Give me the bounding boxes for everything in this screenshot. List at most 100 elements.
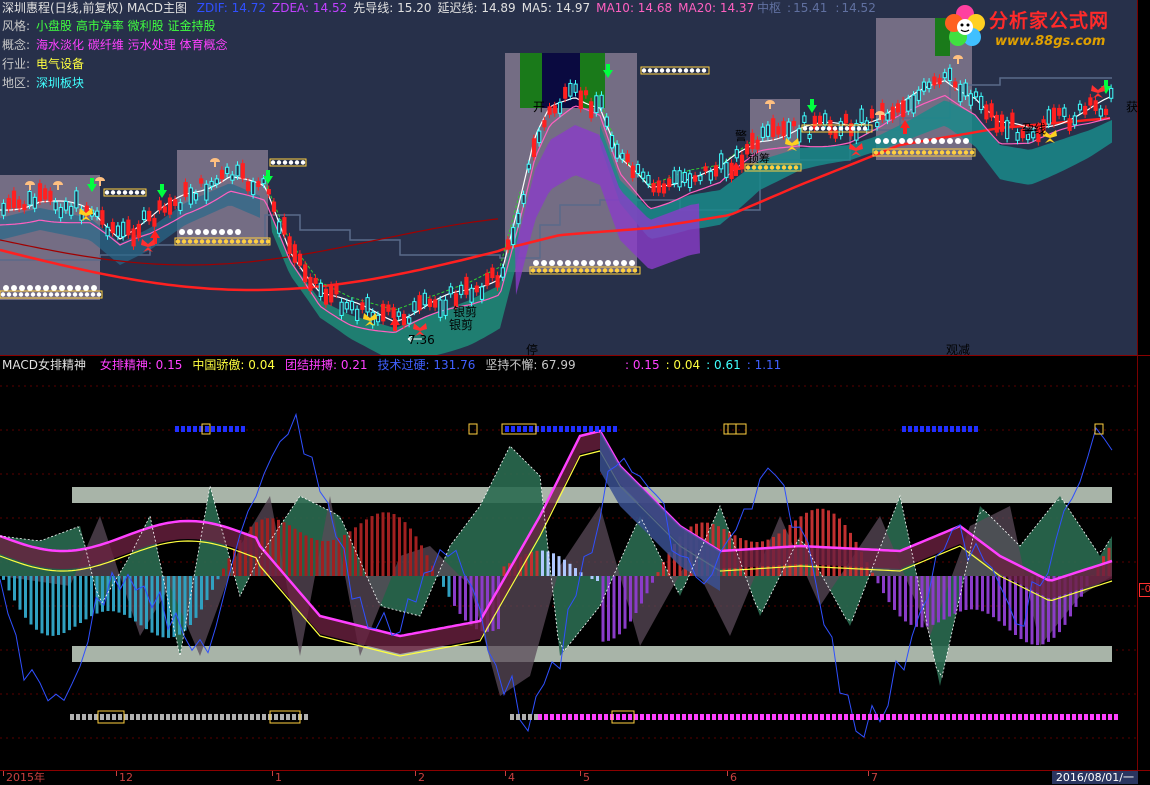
marker-strip-dot [531,268,535,272]
time-axis-label: 12 [119,771,133,785]
candle-body [382,304,385,321]
candle-body [236,165,239,176]
bottom-marker [712,714,716,720]
bottom-marker [736,714,740,720]
signal-marker [902,426,906,432]
bottom-marker [142,714,146,720]
oscillator-value-4: 坚持不懈: 67.99 [485,358,575,372]
signal-marker [962,426,966,432]
stock-info-key: 风格: [2,19,30,33]
tech-line-blue [0,415,1112,738]
white-dot [907,138,913,144]
histogram-bar [877,576,880,583]
marker-strip-dot [621,268,625,272]
bottom-marker [640,714,644,720]
bottom-marker [1042,714,1046,720]
candle-body [309,277,312,290]
bottom-marker [688,714,692,720]
candle-body [740,155,743,169]
candle-body [54,202,57,210]
candle-body [652,183,655,191]
candle-body [1058,108,1061,115]
histogram-bar [217,576,220,579]
marker-strip-dot [555,268,559,272]
white-dot [963,138,969,144]
candle-body [512,228,515,245]
bottom-marker [136,714,140,720]
histogram-bar [618,576,621,634]
candle-body [1006,121,1009,139]
stock-info-key: 行业: [2,57,30,71]
candle-body [782,122,785,136]
marker-strip-dot [182,239,186,243]
candle-body [886,113,889,120]
signal-marker [229,426,233,432]
histogram-bar [189,576,192,625]
histogram-bar [937,576,940,622]
candle-body [428,299,431,306]
signal-marker [613,426,617,432]
candle-body [834,130,837,138]
bottom-marker [106,714,110,720]
candle-body [600,95,603,108]
white-dot [923,138,929,144]
candle-body [777,127,780,134]
bottom-marker [976,714,980,720]
marker-strip-dot [627,268,631,272]
candle-body [116,226,119,236]
candle-body [933,77,936,85]
histogram-bar [910,576,913,625]
candle-body [912,95,915,113]
candle-body [860,109,863,122]
candle-body [356,309,359,320]
marker-strip-dot [13,292,17,296]
white-dot [83,285,89,291]
marker-strip-dot [543,268,547,272]
bottom-marker [232,714,236,720]
candle-body [319,283,322,296]
candle-body [824,114,827,125]
bottom-marker [892,714,896,720]
histogram-bar [118,576,121,613]
candle-body [1110,88,1113,98]
bottom-marker [184,714,188,720]
marker-strip-dot [863,126,867,130]
bottom-marker [814,714,818,720]
marker-strip-dot [702,68,706,72]
bottom-marker [856,714,860,720]
bottom-marker [700,714,704,720]
candle-body [272,202,275,211]
candle-body [1068,119,1071,131]
bottom-marker [718,714,722,720]
marker-strip-dot [642,68,646,72]
marker-strip-dot [141,190,145,194]
arrow-down-icon [157,184,167,198]
white-dot [219,229,225,235]
marker-strip-dot [898,150,902,154]
histogram-bar [624,576,627,629]
candle-body [106,227,109,236]
marker-strip-dot [910,150,914,154]
candle-body [59,207,62,217]
signal-marker [211,426,215,432]
marker-strip-dot [874,150,878,154]
histogram-bar [569,564,572,576]
time-axis-label: 7 [871,771,878,785]
marker-strip-dot [277,160,281,164]
macd-oscillator-chart[interactable] [0,356,1137,770]
oscillator-header: MACD女排精神 女排精神: 0.15中国骄傲: 0.04团结拼搏: 0.21技… [2,358,588,372]
bottom-marker [100,714,104,720]
candle-body [397,312,400,316]
candle-body [215,179,218,184]
time-axis-label: 5 [583,771,590,785]
bottom-marker [274,714,278,720]
marker-strip-dot [940,150,944,154]
white-dot [589,260,595,266]
candle-body [330,286,333,302]
candle-body [787,122,790,138]
bottom-marker [1030,714,1034,720]
candle-body [938,78,941,83]
bottom-marker [694,714,698,720]
histogram-bar [41,576,44,633]
bottom-marker [1012,714,1016,720]
